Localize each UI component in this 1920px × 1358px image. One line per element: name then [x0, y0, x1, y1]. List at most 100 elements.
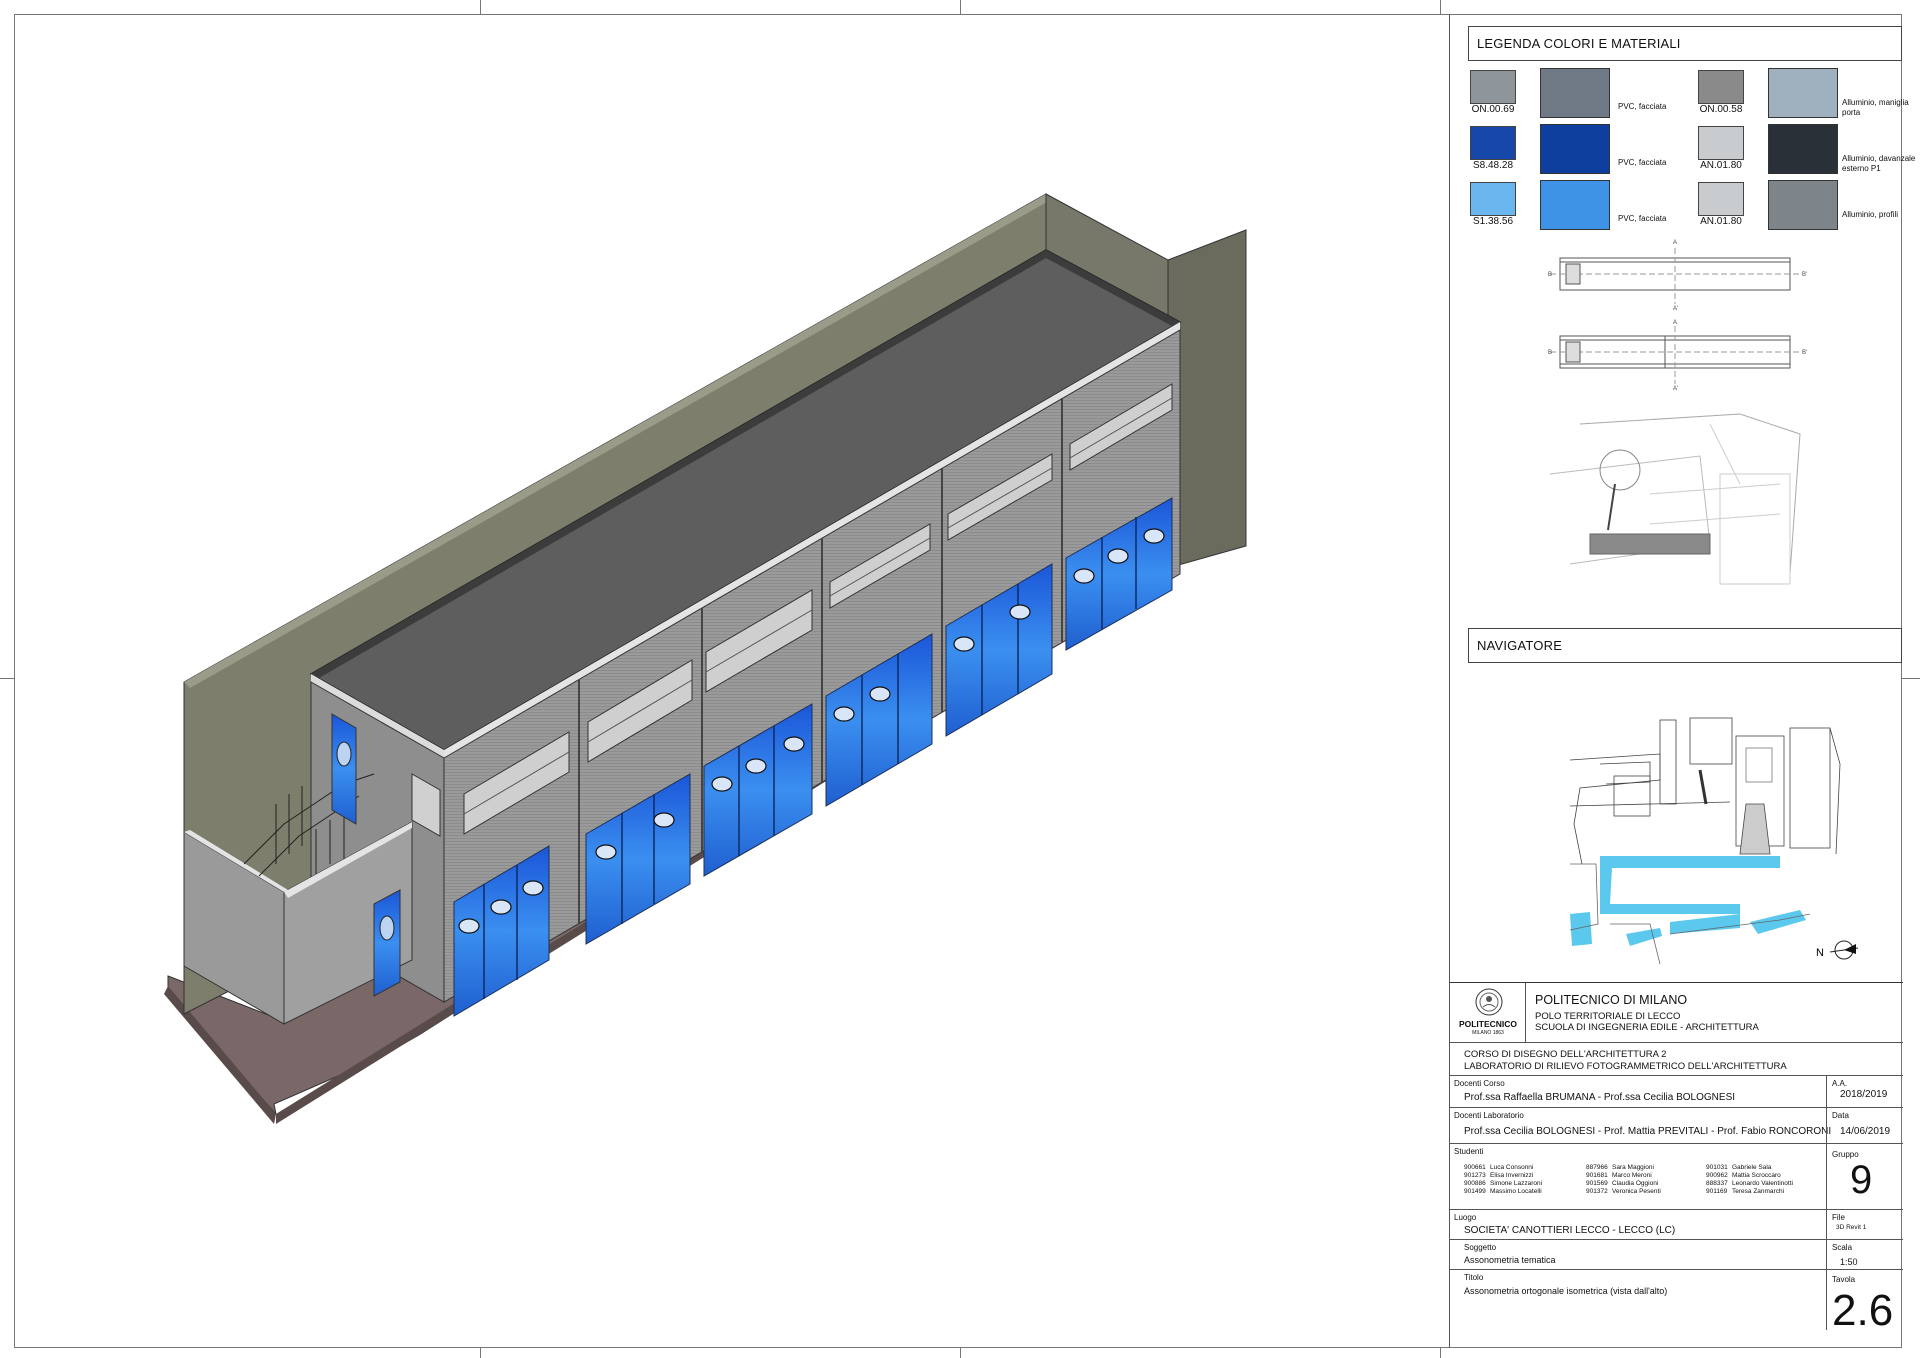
data-label: Data	[1832, 1111, 1849, 1120]
material-label: Alluminio, profili	[1842, 210, 1899, 219]
student-name: Veronica Pesenti	[1612, 1188, 1661, 1195]
frame-tick	[0, 678, 14, 679]
color-code: ON.00.58	[1699, 104, 1743, 115]
color-swatch	[1698, 70, 1744, 104]
titolo-row: Titolo Assonometria ortogonale isometric…	[1450, 1270, 1903, 1335]
file-value: 3D Revit 1	[1836, 1224, 1867, 1231]
color-code: S8.48.28	[1472, 160, 1514, 171]
tavola-value: 2.6	[1832, 1286, 1894, 1335]
student-entry: 901273 Elisa Invernizzi	[1464, 1172, 1542, 1180]
student-name: Luca Consonni	[1490, 1164, 1534, 1171]
frame-tick	[960, 1348, 961, 1358]
docenti-corso-value: Prof.ssa Raffaella BRUMANA - Prof.ssa Ce…	[1464, 1092, 1736, 1103]
material-label: PVC, facciata	[1618, 214, 1667, 223]
student-entry: 900962 Mattia Scroccaro	[1706, 1172, 1793, 1180]
school-name: SCUOLA DI INGEGNERIA EDILE - ARCHITETTUR…	[1535, 1022, 1759, 1033]
student-entry: 887966 Sara Maggioni	[1586, 1164, 1661, 1172]
tavola-label: Tavola	[1832, 1275, 1856, 1284]
institution-name: POLITECNICO DI MILANO	[1535, 993, 1688, 1007]
university-seal-icon	[1475, 988, 1503, 1016]
frame-tick	[1440, 0, 1441, 14]
titolo-value: Assonometria ortogonale isometrica (vist…	[1464, 1286, 1668, 1296]
docenti-lab-value: Prof.ssa Cecilia BOLOGNESI - Prof. Matti…	[1464, 1126, 1832, 1137]
color-code: ON.00.69	[1471, 104, 1515, 115]
student-id: 901681	[1586, 1172, 1608, 1179]
student-id: 901372	[1586, 1188, 1608, 1195]
isometric-drawing	[14, 14, 1449, 1348]
plan-label: B'	[1802, 272, 1807, 278]
navigator-map: N	[1569, 717, 1859, 965]
student-id: 900962	[1706, 1172, 1728, 1179]
plan-label: A'	[1673, 306, 1678, 312]
docenti-lab-row: Docenti Laboratorio Prof.ssa Cecilia BOL…	[1450, 1108, 1903, 1144]
scala-label: Scala	[1832, 1243, 1853, 1252]
university-logo: POLITECNICO MILANO 1863	[1452, 983, 1526, 1043]
lab-name: LABORATORIO DI RILIEVO FOTOGRAMMETRICO D…	[1464, 1061, 1787, 1072]
color-swatch	[1698, 182, 1744, 216]
divider	[1826, 1076, 1827, 1330]
student-name: Marco Meroni	[1612, 1172, 1652, 1179]
student-id: 900661	[1464, 1164, 1486, 1171]
frame-tick	[480, 1348, 481, 1358]
student-entry: 901499 Massimo Locatelli	[1464, 1188, 1542, 1196]
plan-label: B	[1548, 350, 1552, 356]
student-name: Gabriele Sala	[1732, 1164, 1772, 1171]
institution-row: POLITECNICO MILANO 1863 POLITECNICO DI M…	[1450, 983, 1903, 1043]
plan-label: A'	[1673, 386, 1678, 392]
student-name: Simone Lazzaroni	[1490, 1180, 1543, 1187]
studenti-label: Studenti	[1454, 1147, 1484, 1156]
frame-tick	[1440, 1348, 1441, 1358]
title-block: POLITECNICO MILANO 1863 POLITECNICO DI M…	[1450, 982, 1903, 1348]
studenti-row: Studenti 900661 Luca Consonni 901273 Elisa …	[1450, 1144, 1903, 1210]
student-id: 901569	[1586, 1180, 1608, 1187]
gruppo-value: 9	[1850, 1158, 1873, 1202]
student-id: 887966	[1586, 1164, 1608, 1171]
docenti-corso-label: Docenti Corso	[1454, 1079, 1505, 1088]
color-code: S1.38.56	[1472, 216, 1514, 227]
luogo-row: Luogo SOCIETA' CANOTTIERI LECCO - LECCO …	[1450, 1210, 1903, 1240]
aa-label: A.A.	[1832, 1079, 1848, 1088]
material-label: Alluminio, davanzale esterno P1	[1842, 154, 1916, 173]
student-entry: 901569 Claudia Oggioni	[1586, 1180, 1661, 1188]
frame-tick	[480, 0, 481, 14]
student-name: Massimo Locatelli	[1490, 1188, 1542, 1195]
logo-subtext: MILANO 1863	[1472, 1030, 1504, 1036]
color-legend: ON.00.69 PVC, facciata ON.00.58 Alluminio, …	[1468, 68, 1915, 248]
plan-label: A	[1673, 320, 1677, 326]
north-arrow: N	[1816, 940, 1859, 960]
material-label: PVC, facciata	[1618, 158, 1667, 167]
course-row: CORSO DI DISEGNO DELL'ARCHITETTURA 2 LAB…	[1450, 1043, 1903, 1076]
sheet-sidebar: LEGENDA COLORI E MATERIALI ON.00.69 PVC, …	[1449, 14, 1915, 1348]
student-entry: 888337 Leonardo Valentinotti	[1706, 1180, 1793, 1188]
material-sample	[1540, 68, 1610, 118]
logo-text: POLITECNICO	[1458, 1019, 1518, 1029]
section-plans: A B B' A' A B B' A'	[1548, 240, 1807, 585]
student-entry: 901031 Gabriele Sala	[1706, 1164, 1793, 1172]
students-list: 900661 Luca Consonni 901273 Elisa Invernizz…	[1464, 1164, 1542, 1196]
student-id: 901273	[1464, 1172, 1486, 1179]
plan-label: A	[1673, 240, 1677, 246]
door-lower	[373, 889, 401, 997]
student-id: 901499	[1464, 1188, 1486, 1195]
scala-value: 1:50	[1840, 1257, 1858, 1267]
data-value: 14/06/2019	[1840, 1126, 1891, 1137]
material-sample	[1768, 124, 1838, 174]
color-code: AN.01.80	[1700, 160, 1742, 171]
student-id: 901169	[1706, 1188, 1728, 1195]
student-name: Mattia Scroccaro	[1732, 1172, 1781, 1179]
file-label: File	[1832, 1213, 1845, 1222]
soggetto-value: Assonometria tematica	[1464, 1255, 1556, 1265]
north-label: N	[1816, 947, 1824, 959]
plan-label: B	[1548, 272, 1552, 278]
student-name: Elisa Invernizzi	[1490, 1172, 1534, 1179]
color-swatch	[1470, 126, 1516, 160]
student-entry: 901169 Teresa Zanmarchi	[1706, 1188, 1793, 1196]
docenti-lab-label: Docenti Laboratorio	[1454, 1111, 1524, 1120]
material-sample	[1768, 180, 1838, 230]
polo-name: POLO TERRITORIALE DI LECCO	[1535, 1011, 1681, 1022]
students-list: 901031 Gabriele Sala 900962 Mattia Scroccar…	[1706, 1164, 1793, 1196]
material-label: PVC, facciata	[1618, 102, 1667, 111]
students-list: 887966 Sara Maggioni 901681 Marco Meroni 901…	[1586, 1164, 1661, 1196]
material-label: Alluminio, maniglia porta	[1842, 98, 1909, 117]
color-swatch	[1470, 182, 1516, 216]
